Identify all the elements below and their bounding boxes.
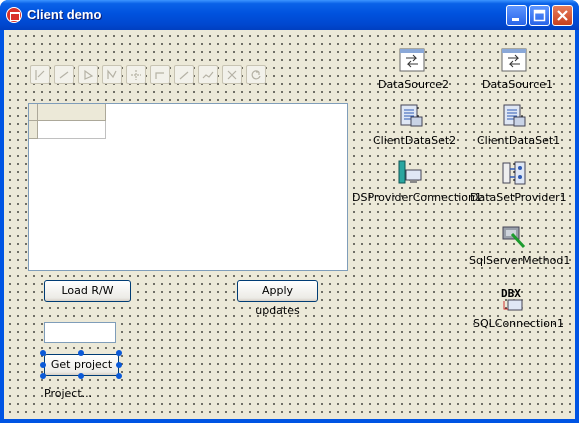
sqlconnection-icon: DBX xyxy=(500,285,528,313)
grid-column-header[interactable] xyxy=(38,104,106,121)
navigator-prior-button[interactable] xyxy=(54,65,74,84)
selection-handle[interactable] xyxy=(40,373,46,379)
title-bar[interactable]: Client demo xyxy=(0,0,579,30)
form-designer-surface[interactable]: Load R/W Apply updates Get project Proje… xyxy=(4,30,575,419)
close-button[interactable] xyxy=(552,5,573,26)
client-demo-window: Client demo Load R/W Apply updates Get p… xyxy=(0,0,579,423)
selection-handle[interactable] xyxy=(78,350,84,356)
dsproviderconnection-icon xyxy=(398,160,422,184)
close-icon xyxy=(557,10,568,21)
navigator-edit-button[interactable] xyxy=(174,65,194,84)
selection-handle[interactable] xyxy=(116,373,122,379)
minimize-icon xyxy=(512,18,519,21)
navigator-last-button[interactable] xyxy=(102,65,122,84)
app-icon[interactable] xyxy=(6,7,22,23)
apply-updates-button[interactable]: Apply updates xyxy=(237,280,318,317)
grid-corner-cell xyxy=(29,104,38,121)
navigator-insert-button[interactable] xyxy=(126,65,146,84)
load-rw-button[interactable]: Load R/W xyxy=(44,280,131,302)
navigator-last-icon xyxy=(107,69,117,79)
navigator-insert-icon xyxy=(131,70,141,80)
data-grid[interactable] xyxy=(28,103,348,271)
project-label: Project... xyxy=(44,387,93,400)
navigator-refresh-icon xyxy=(251,70,261,80)
clientdataset-icon xyxy=(400,104,423,127)
navigator-refresh-button[interactable] xyxy=(246,65,266,84)
selection-handle[interactable] xyxy=(40,350,46,356)
navigator-first-button[interactable] xyxy=(30,65,50,84)
grid-cell[interactable] xyxy=(38,121,106,139)
navigator-prior-icon xyxy=(59,71,69,79)
selection-handle[interactable] xyxy=(116,350,122,356)
navigator-delete-icon xyxy=(155,72,164,79)
datasetprovider-icon xyxy=(502,161,526,185)
clientdataset-icon xyxy=(503,104,526,127)
maximize-button[interactable] xyxy=(529,5,550,26)
navigator-next-button[interactable] xyxy=(78,65,98,84)
grid-row-indicator[interactable] xyxy=(29,121,38,139)
selection-handle[interactable] xyxy=(116,362,122,368)
sqlservermethod-icon xyxy=(502,226,526,249)
selection-handle[interactable] xyxy=(40,362,46,368)
navigator-delete-button[interactable] xyxy=(150,65,170,84)
selection-handle[interactable] xyxy=(78,373,84,379)
navigator-post-button[interactable] xyxy=(198,65,218,84)
navigator-cancel-icon xyxy=(227,70,237,80)
navigator-next-icon xyxy=(84,69,94,80)
datasource-icon xyxy=(501,48,527,72)
navigator-first-icon xyxy=(35,70,45,80)
minimize-button[interactable] xyxy=(506,5,527,26)
project-input[interactable] xyxy=(44,322,116,343)
navigator-post-icon xyxy=(202,71,214,79)
datasource-icon xyxy=(399,48,425,72)
window-title: Client demo xyxy=(27,7,102,22)
navigator-cancel-button[interactable] xyxy=(222,65,242,84)
maximize-icon xyxy=(533,9,546,22)
navigator-edit-icon xyxy=(179,71,189,80)
